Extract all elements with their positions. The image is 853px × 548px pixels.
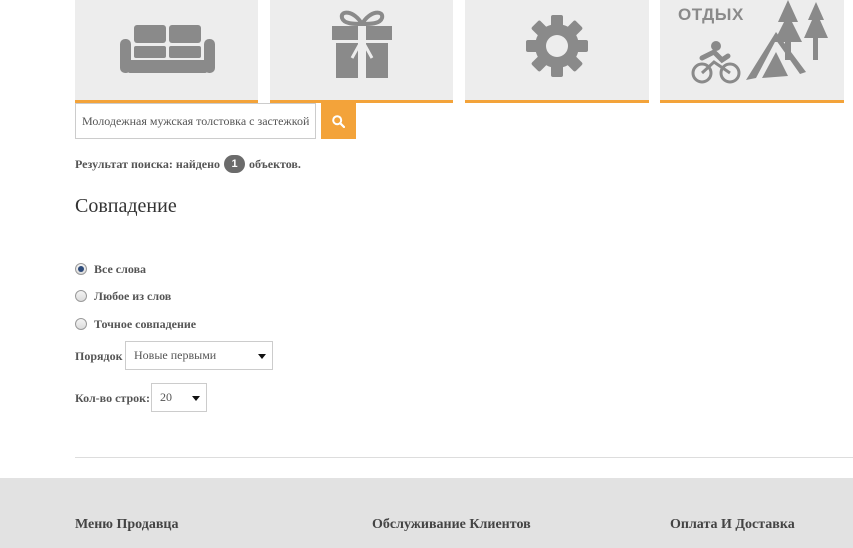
gear-icon	[526, 15, 588, 77]
match-option-label: Точное совпадение	[94, 316, 197, 331]
category-tile-auto[interactable]	[465, 0, 649, 103]
radio-any-word[interactable]	[75, 290, 87, 302]
rows-select[interactable]: 20	[151, 383, 207, 412]
match-option-exact[interactable]: Точное совпадение	[75, 316, 196, 332]
match-option-label: Все слова	[94, 261, 147, 276]
result-prefix: Результат поиска: найдено	[75, 156, 221, 171]
gift-icon	[332, 10, 392, 78]
result-count-badge: 1	[224, 155, 246, 173]
search-icon	[332, 114, 345, 128]
divider	[75, 457, 853, 458]
outdoor-icon	[691, 0, 828, 84]
sofa-icon	[120, 25, 215, 73]
radio-all-words[interactable]	[75, 263, 87, 275]
footer: Меню Продавца Обслуживание Клиентов Опла…	[0, 478, 853, 548]
search-button[interactable]	[321, 103, 356, 139]
match-option-all-words[interactable]: Все слова	[75, 261, 146, 277]
search-input[interactable]	[75, 103, 316, 139]
chevron-down-icon	[258, 354, 266, 359]
order-label: Порядок	[75, 349, 123, 363]
order-select[interactable]: Новые первыми	[125, 341, 273, 370]
radio-exact-match[interactable]	[75, 318, 87, 330]
order-select-value: Новые первыми	[134, 348, 217, 362]
chevron-down-icon	[192, 396, 200, 401]
footer-heading-payment-delivery: Оплата И Доставка	[670, 517, 795, 532]
category-tile-outdoor[interactable]: ОТДЫХ	[660, 0, 844, 103]
footer-heading-seller-menu: Меню Продавца	[75, 517, 179, 532]
result-suffix: объектов.	[249, 156, 301, 171]
match-option-any-word[interactable]: Любое из слов	[75, 288, 171, 304]
match-section-title: Совпадение	[75, 195, 177, 217]
category-tile-gifts[interactable]	[270, 0, 453, 103]
rows-label: Кол-во строк:	[75, 391, 151, 405]
footer-heading-customer-service: Обслуживание Клиентов	[372, 517, 531, 532]
category-tile-furniture[interactable]	[75, 0, 258, 103]
match-option-label: Любое из слов	[94, 288, 172, 303]
search-result-summary: Результат поиска: найдено 1 объектов.	[75, 155, 301, 173]
rows-select-value: 20	[160, 390, 172, 404]
